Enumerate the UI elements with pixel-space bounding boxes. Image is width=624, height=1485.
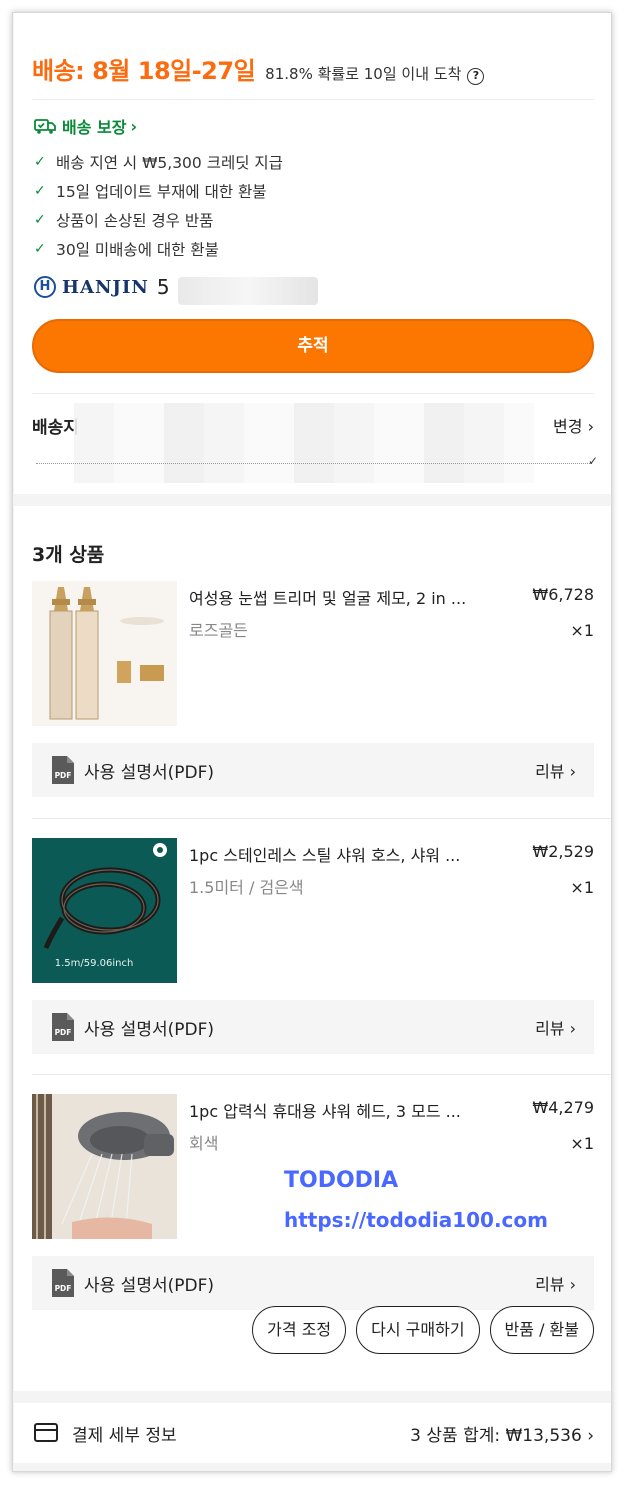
guarantee-item-text: 상품이 손상된 경우 반품: [56, 211, 214, 230]
product-price: ₩6,728: [532, 585, 594, 604]
check-icon: ✓: [34, 240, 46, 257]
review-label: 리뷰: [535, 762, 565, 781]
review-label: 리뷰: [535, 1275, 565, 1294]
items-card: 3개 상품 여성용 눈썹 트리머 및 얼굴 제모, 2 in ... ₩6,72…: [14, 506, 611, 1391]
product-quantity: ×1: [570, 1134, 594, 1153]
check-icon: ✓: [34, 182, 46, 199]
review-link[interactable]: 리뷰 ›: [535, 758, 576, 782]
delivery-date: 배송: 8월 18일-27일: [32, 57, 256, 85]
payment-row[interactable]: 결제 세부 정보 3 상품 합계: ₩13,536 ›: [14, 1403, 611, 1463]
pdf-file-icon: PDF: [52, 1013, 74, 1041]
screen-frame: 배송: 8월 18일-27일 81.8% 확률로 10일 이내 도착 ? 배송 …: [12, 12, 612, 1472]
track-button[interactable]: 추적: [32, 319, 594, 373]
svg-text:PDF: PDF: [55, 1028, 72, 1037]
chevron-right-icon: ›: [587, 417, 594, 436]
rebuy-button[interactable]: 다시 구매하기: [356, 1306, 480, 1354]
carrier-info: H HANJIN 5: [34, 275, 170, 299]
guarantee-item: ✓ 상품이 손상된 경우 반품: [34, 205, 283, 234]
delivery-card: 배송: 8월 18일-27일 81.8% 확률로 10일 이내 도착 ? 배송 …: [14, 13, 611, 494]
product-option: 1.5미터 / 검은색: [189, 878, 304, 897]
manual-pdf-row[interactable]: PDF 사용 설명서(PDF) 리뷰 ›: [32, 1000, 594, 1054]
hanjin-logo-icon: H: [34, 276, 56, 298]
guarantee-item: ✓ 30일 미배송에 대한 환불: [34, 234, 283, 263]
pdf-file-icon: PDF: [52, 1269, 74, 1297]
product-name[interactable]: 1pc 압력식 휴대용 샤워 헤드, 3 모드 ...: [189, 1098, 509, 1122]
check-icon: ✓: [34, 211, 46, 228]
address-change-label: 변경: [553, 417, 583, 436]
adjust-price-button[interactable]: 가격 조정: [252, 1306, 347, 1354]
product-quantity: ×1: [570, 621, 594, 640]
divider: [32, 393, 594, 394]
redacted-address: [74, 403, 534, 483]
product-name[interactable]: 여성용 눈썹 트리머 및 얼굴 제모, 2 in ...: [189, 585, 509, 609]
divider: [32, 99, 594, 100]
divider: [32, 1074, 611, 1075]
order-actions: 가격 조정 다시 구매하기 반품 / 환불: [252, 1306, 594, 1354]
svg-text:PDF: PDF: [55, 771, 72, 780]
payment-total-text: 3 상품 합계: ₩13,536: [410, 1426, 582, 1446]
product-image[interactable]: [32, 581, 177, 726]
guarantee-title: 배송 보장: [62, 118, 127, 137]
product-price: ₩2,529: [532, 842, 594, 861]
credit-card-icon: [34, 1423, 58, 1442]
payment-total: 3 상품 합계: ₩13,536 ›: [410, 1421, 594, 1446]
manual-label: 사용 설명서(PDF): [84, 1275, 214, 1296]
watermark-title: TODODIA: [284, 1168, 399, 1193]
product-name[interactable]: 1pc 스테인레스 스틸 샤워 호스, 샤워 ...: [189, 842, 509, 866]
guarantee-item-text: 배송 지연 시 ₩5,300 크레딧 지급: [56, 153, 283, 172]
manual-label: 사용 설명서(PDF): [84, 1019, 214, 1040]
chevron-right-icon: ›: [130, 116, 138, 136]
carrier-name: HANJIN: [62, 276, 149, 298]
pdf-file-icon: PDF: [52, 756, 74, 784]
product-price: ₩4,279: [532, 1098, 594, 1117]
address-change-link[interactable]: 변경 ›: [553, 413, 594, 437]
check-icon: ✓: [34, 153, 46, 170]
review-link[interactable]: 리뷰 ›: [535, 1271, 576, 1295]
divider: [32, 818, 611, 819]
product-image[interactable]: 1.5m/59.06inch: [32, 838, 177, 983]
delivery-probability: 81.8% 확률로 10일 이내 도착: [265, 65, 462, 83]
guarantee-item-text: 15일 업데이트 부재에 대한 환불: [56, 182, 267, 201]
redacted-address-line: [36, 463, 592, 467]
tracking-number[interactable]: 5: [157, 275, 170, 299]
address-label: 배송지: [32, 418, 79, 438]
redacted-tracking: [178, 277, 318, 305]
guarantee-item-text: 30일 미배송에 대한 환불: [56, 240, 219, 259]
items-title: 3개 상품: [32, 544, 105, 566]
payment-label: 결제 세부 정보: [72, 1426, 177, 1446]
question-circle-icon[interactable]: ?: [467, 68, 485, 85]
product-quantity: ×1: [570, 878, 594, 897]
guarantee-link[interactable]: 배송 보장 ›: [34, 114, 137, 138]
guarantee-item: ✓ 15일 업데이트 부재에 대한 환불: [34, 176, 283, 205]
watermark-url: https://tododia100.com: [284, 1208, 548, 1232]
chevron-right-icon: ›: [587, 1426, 594, 1446]
delivery-estimate: 배송: 8월 18일-27일 81.8% 확률로 10일 이내 도착 ?: [32, 51, 485, 86]
svg-text:PDF: PDF: [55, 1284, 72, 1293]
manual-pdf-row[interactable]: PDF 사용 설명서(PDF) 리뷰 ›: [32, 743, 594, 797]
check-icon: ✓: [587, 454, 598, 468]
manual-label: 사용 설명서(PDF): [84, 762, 214, 783]
guarantee-list: ✓ 배송 지연 시 ₩5,300 크레딧 지급 ✓ 15일 업데이트 부재에 대…: [34, 147, 283, 263]
product-option: 회색: [189, 1134, 219, 1153]
guarantee-item: ✓ 배송 지연 시 ₩5,300 크레딧 지급: [34, 147, 283, 176]
truck-check-icon: [34, 119, 56, 134]
review-link[interactable]: 리뷰 ›: [535, 1015, 576, 1039]
manual-pdf-row[interactable]: PDF 사용 설명서(PDF) 리뷰 ›: [32, 1256, 594, 1310]
svg-text:1.5m/59.06inch: 1.5m/59.06inch: [55, 958, 134, 969]
review-label: 리뷰: [535, 1019, 565, 1038]
product-image[interactable]: [32, 1094, 177, 1239]
product-option: 로즈골든: [189, 621, 248, 640]
return-refund-button[interactable]: 반품 / 환불: [489, 1306, 594, 1354]
